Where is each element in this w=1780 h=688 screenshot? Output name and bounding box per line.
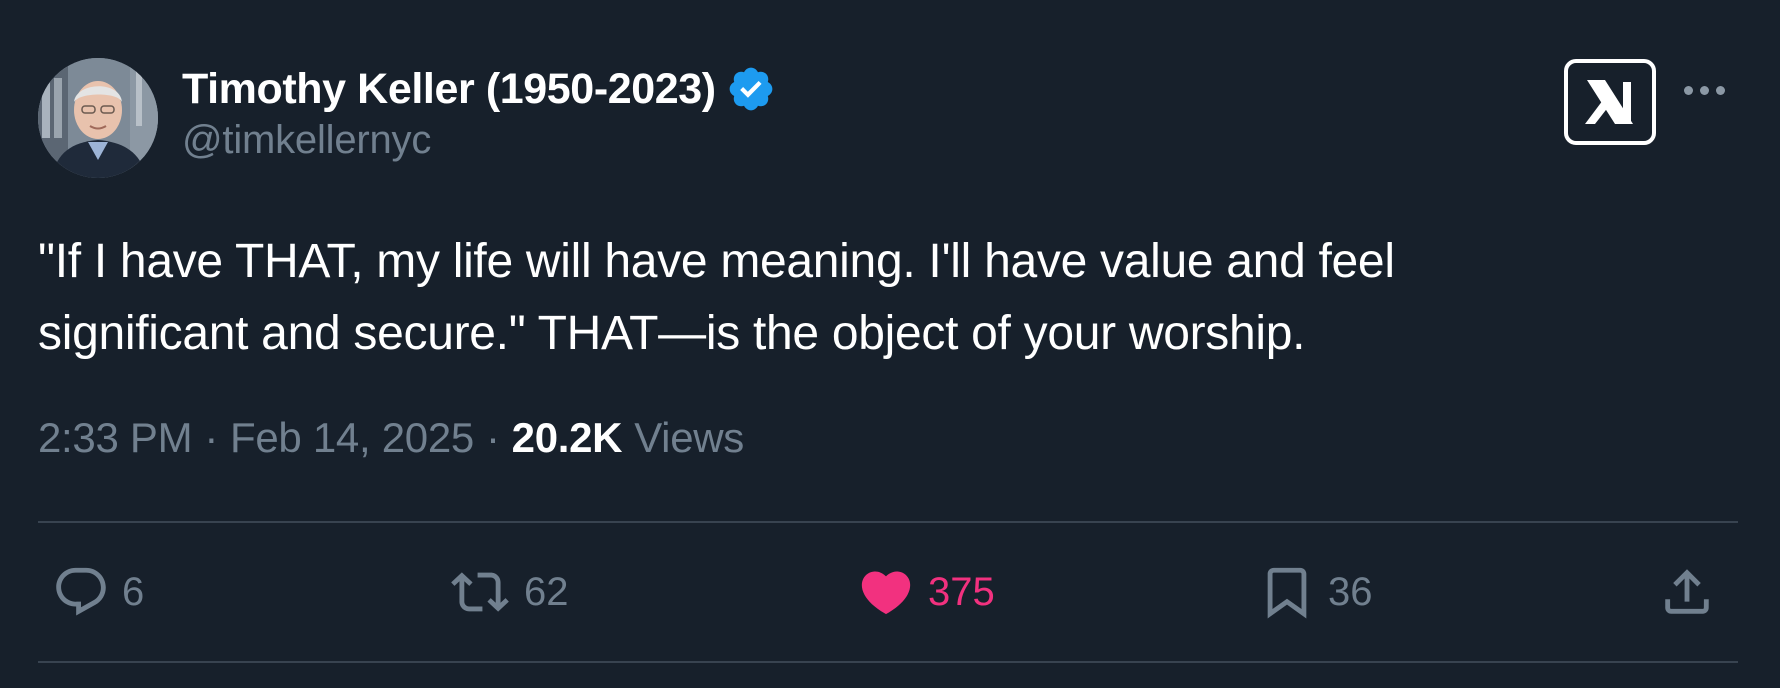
divider (38, 661, 1738, 663)
bookmark-icon (1267, 567, 1307, 619)
more-dot (1716, 86, 1725, 95)
avatar-photo (38, 58, 158, 178)
tweet-date[interactable]: Feb 14, 2025 (230, 414, 474, 462)
bookmark-button[interactable]: 36 (1258, 560, 1373, 624)
retweet-count: 62 (524, 569, 569, 614)
tweet-meta: 2:33 PM · Feb 14, 2025 · 20.2K Views (38, 414, 744, 462)
more-dot (1684, 86, 1693, 95)
like-button[interactable]: 375 (856, 560, 995, 624)
reply-icon (56, 567, 106, 616)
meta-separator: · (485, 414, 500, 461)
reply-count: 6 (122, 569, 145, 614)
divider (38, 521, 1738, 523)
verified-badge-icon[interactable] (726, 64, 776, 114)
x-logo-glyph (1585, 80, 1633, 124)
retweet-button[interactable]: 62 (448, 560, 569, 624)
author-display-name[interactable]: Timothy Keller (1950-2023) (182, 65, 716, 114)
tweet-text: "If I have THAT, my life will have meani… (38, 235, 1395, 360)
tweet-card: Timothy Keller (1950-2023) @timkellernyc… (0, 0, 1780, 688)
meta-separator: · (204, 414, 219, 461)
views-count[interactable]: 20.2K (512, 414, 623, 462)
author-handle[interactable]: @timkellernyc (182, 118, 776, 163)
avatar[interactable] (38, 58, 158, 178)
share-icon (1665, 569, 1709, 614)
heart-icon (861, 571, 911, 615)
like-count: 375 (928, 569, 995, 614)
more-options-icon[interactable] (1684, 86, 1725, 95)
tweet-time[interactable]: 2:33 PM (38, 414, 193, 462)
retweet-icon (451, 572, 509, 612)
name-row: Timothy Keller (1950-2023) (182, 62, 776, 116)
reply-button[interactable]: 6 (52, 560, 144, 624)
share-button[interactable] (1658, 560, 1716, 624)
views-label[interactable]: Views (634, 414, 744, 462)
more-dot (1700, 86, 1709, 95)
x-grok-logo-icon[interactable] (1564, 59, 1656, 145)
author-info: Timothy Keller (1950-2023) @timkellernyc (182, 62, 776, 163)
action-bar: 6 62 375 36 (0, 560, 1780, 624)
bookmark-count: 36 (1328, 569, 1373, 614)
